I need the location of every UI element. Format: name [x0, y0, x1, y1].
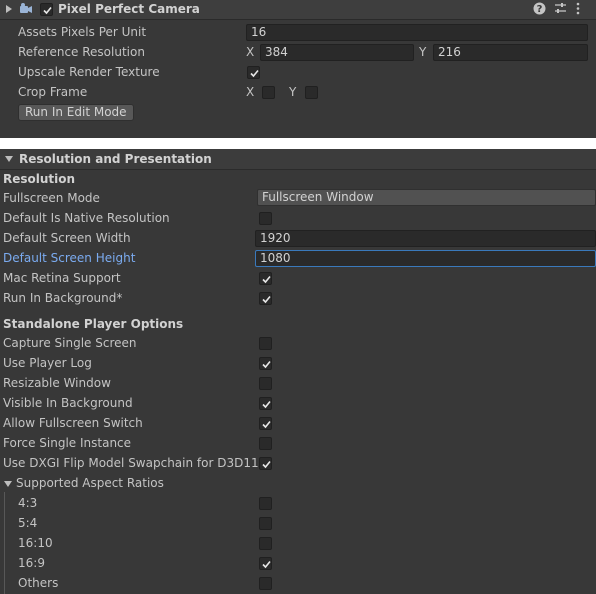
- retina-checkbox[interactable]: [259, 272, 272, 285]
- screen-height-label: Default Screen Height: [3, 251, 136, 265]
- run-background-label: Run In Background*: [3, 291, 123, 305]
- aspect-16-10-checkbox[interactable]: [259, 537, 272, 550]
- retina-label: Mac Retina Support: [3, 271, 121, 285]
- camera-component-icon: [19, 2, 33, 19]
- resizable-label: Resizable Window: [3, 376, 111, 390]
- svg-text:?: ?: [537, 4, 543, 15]
- help-icon[interactable]: ?: [533, 2, 546, 18]
- aspect-4-3-checkbox[interactable]: [259, 497, 272, 510]
- player-log-label: Use Player Log: [3, 356, 92, 370]
- upscale-rt-checkbox[interactable]: [247, 66, 260, 79]
- aspect-indent-line: [4, 492, 5, 594]
- screen-width-input[interactable]: 1920: [255, 230, 596, 247]
- resolution-presentation-title: Resolution and Presentation: [19, 152, 212, 166]
- aspect-header[interactable]: Supported Aspect Ratios: [16, 476, 164, 490]
- reference-resolution-y-label: Y: [419, 45, 427, 59]
- component-title: Pixel Perfect Camera: [58, 2, 200, 16]
- capture-single-checkbox[interactable]: [259, 337, 272, 350]
- component-header[interactable]: Pixel Perfect Camera ?: [0, 0, 596, 20]
- crop-frame-x-label: X: [246, 85, 255, 99]
- aspect-5-4-checkbox[interactable]: [259, 517, 272, 530]
- capture-single-label: Capture Single Screen: [3, 336, 137, 350]
- assets-ppu-label: Assets Pixels Per Unit: [18, 25, 147, 39]
- visible-bg-checkbox[interactable]: [259, 397, 272, 410]
- menu-icon[interactable]: [575, 2, 581, 18]
- dxgi-checkbox[interactable]: [259, 457, 272, 470]
- crop-frame-label: Crop Frame: [18, 85, 88, 99]
- run-in-edit-mode-button[interactable]: Run In Edit Mode: [18, 104, 134, 121]
- aspect-foldout-arrow-icon[interactable]: [4, 481, 12, 487]
- aspect-others-checkbox[interactable]: [259, 577, 272, 590]
- preset-icon[interactable]: [554, 2, 567, 18]
- native-resolution-checkbox[interactable]: [259, 212, 272, 225]
- aspect-others-label: Others: [18, 576, 59, 590]
- fullscreen-switch-label: Allow Fullscreen Switch: [3, 416, 143, 430]
- run-background-checkbox[interactable]: [259, 292, 272, 305]
- fullscreen-mode-label: Fullscreen Mode: [3, 191, 100, 205]
- reference-resolution-x-label: X: [246, 45, 255, 59]
- single-instance-label: Force Single Instance: [3, 436, 132, 450]
- foldout-arrow-icon[interactable]: [5, 156, 13, 162]
- pixel-perfect-camera-panel: Pixel Perfect Camera ? Assets Pixels Per…: [0, 0, 596, 138]
- reference-resolution-x-input[interactable]: 384: [260, 44, 414, 61]
- crop-frame-y-label: Y: [289, 85, 297, 99]
- reference-resolution-y-input[interactable]: 216: [433, 44, 588, 61]
- dxgi-label: Use DXGI Flip Model Swapchain for D3D11: [3, 456, 259, 470]
- aspect-4-3-label: 4:3: [18, 496, 38, 510]
- player-log-checkbox[interactable]: [259, 357, 272, 370]
- aspect-5-4-label: 5:4: [18, 516, 38, 530]
- crop-frame-y-checkbox[interactable]: [305, 86, 318, 99]
- resizable-checkbox[interactable]: [259, 377, 272, 390]
- collapse-arrow-icon[interactable]: [6, 5, 12, 13]
- screen-height-input[interactable]: 1080: [255, 250, 596, 267]
- native-resolution-label: Default Is Native Resolution: [3, 211, 170, 225]
- assets-ppu-input[interactable]: 16: [246, 24, 588, 41]
- component-enabled-checkbox[interactable]: [40, 3, 53, 16]
- crop-frame-x-checkbox[interactable]: [262, 86, 275, 99]
- aspect-16-10-label: 16:10: [18, 536, 53, 550]
- aspect-16-9-label: 16:9: [18, 556, 45, 570]
- upscale-rt-label: Upscale Render Texture: [18, 65, 160, 79]
- standalone-header: Standalone Player Options: [3, 317, 184, 331]
- fullscreen-switch-checkbox[interactable]: [259, 417, 272, 430]
- resolution-presentation-foldout[interactable]: Resolution and Presentation: [0, 149, 596, 170]
- reference-resolution-label: Reference Resolution: [18, 45, 145, 59]
- screen-width-label: Default Screen Width: [3, 231, 131, 245]
- fullscreen-mode-dropdown[interactable]: Fullscreen Window: [257, 189, 596, 206]
- aspect-16-9-checkbox[interactable]: [259, 557, 272, 570]
- visible-bg-label: Visible In Background: [3, 396, 133, 410]
- single-instance-checkbox[interactable]: [259, 437, 272, 450]
- resolution-header: Resolution: [3, 172, 76, 186]
